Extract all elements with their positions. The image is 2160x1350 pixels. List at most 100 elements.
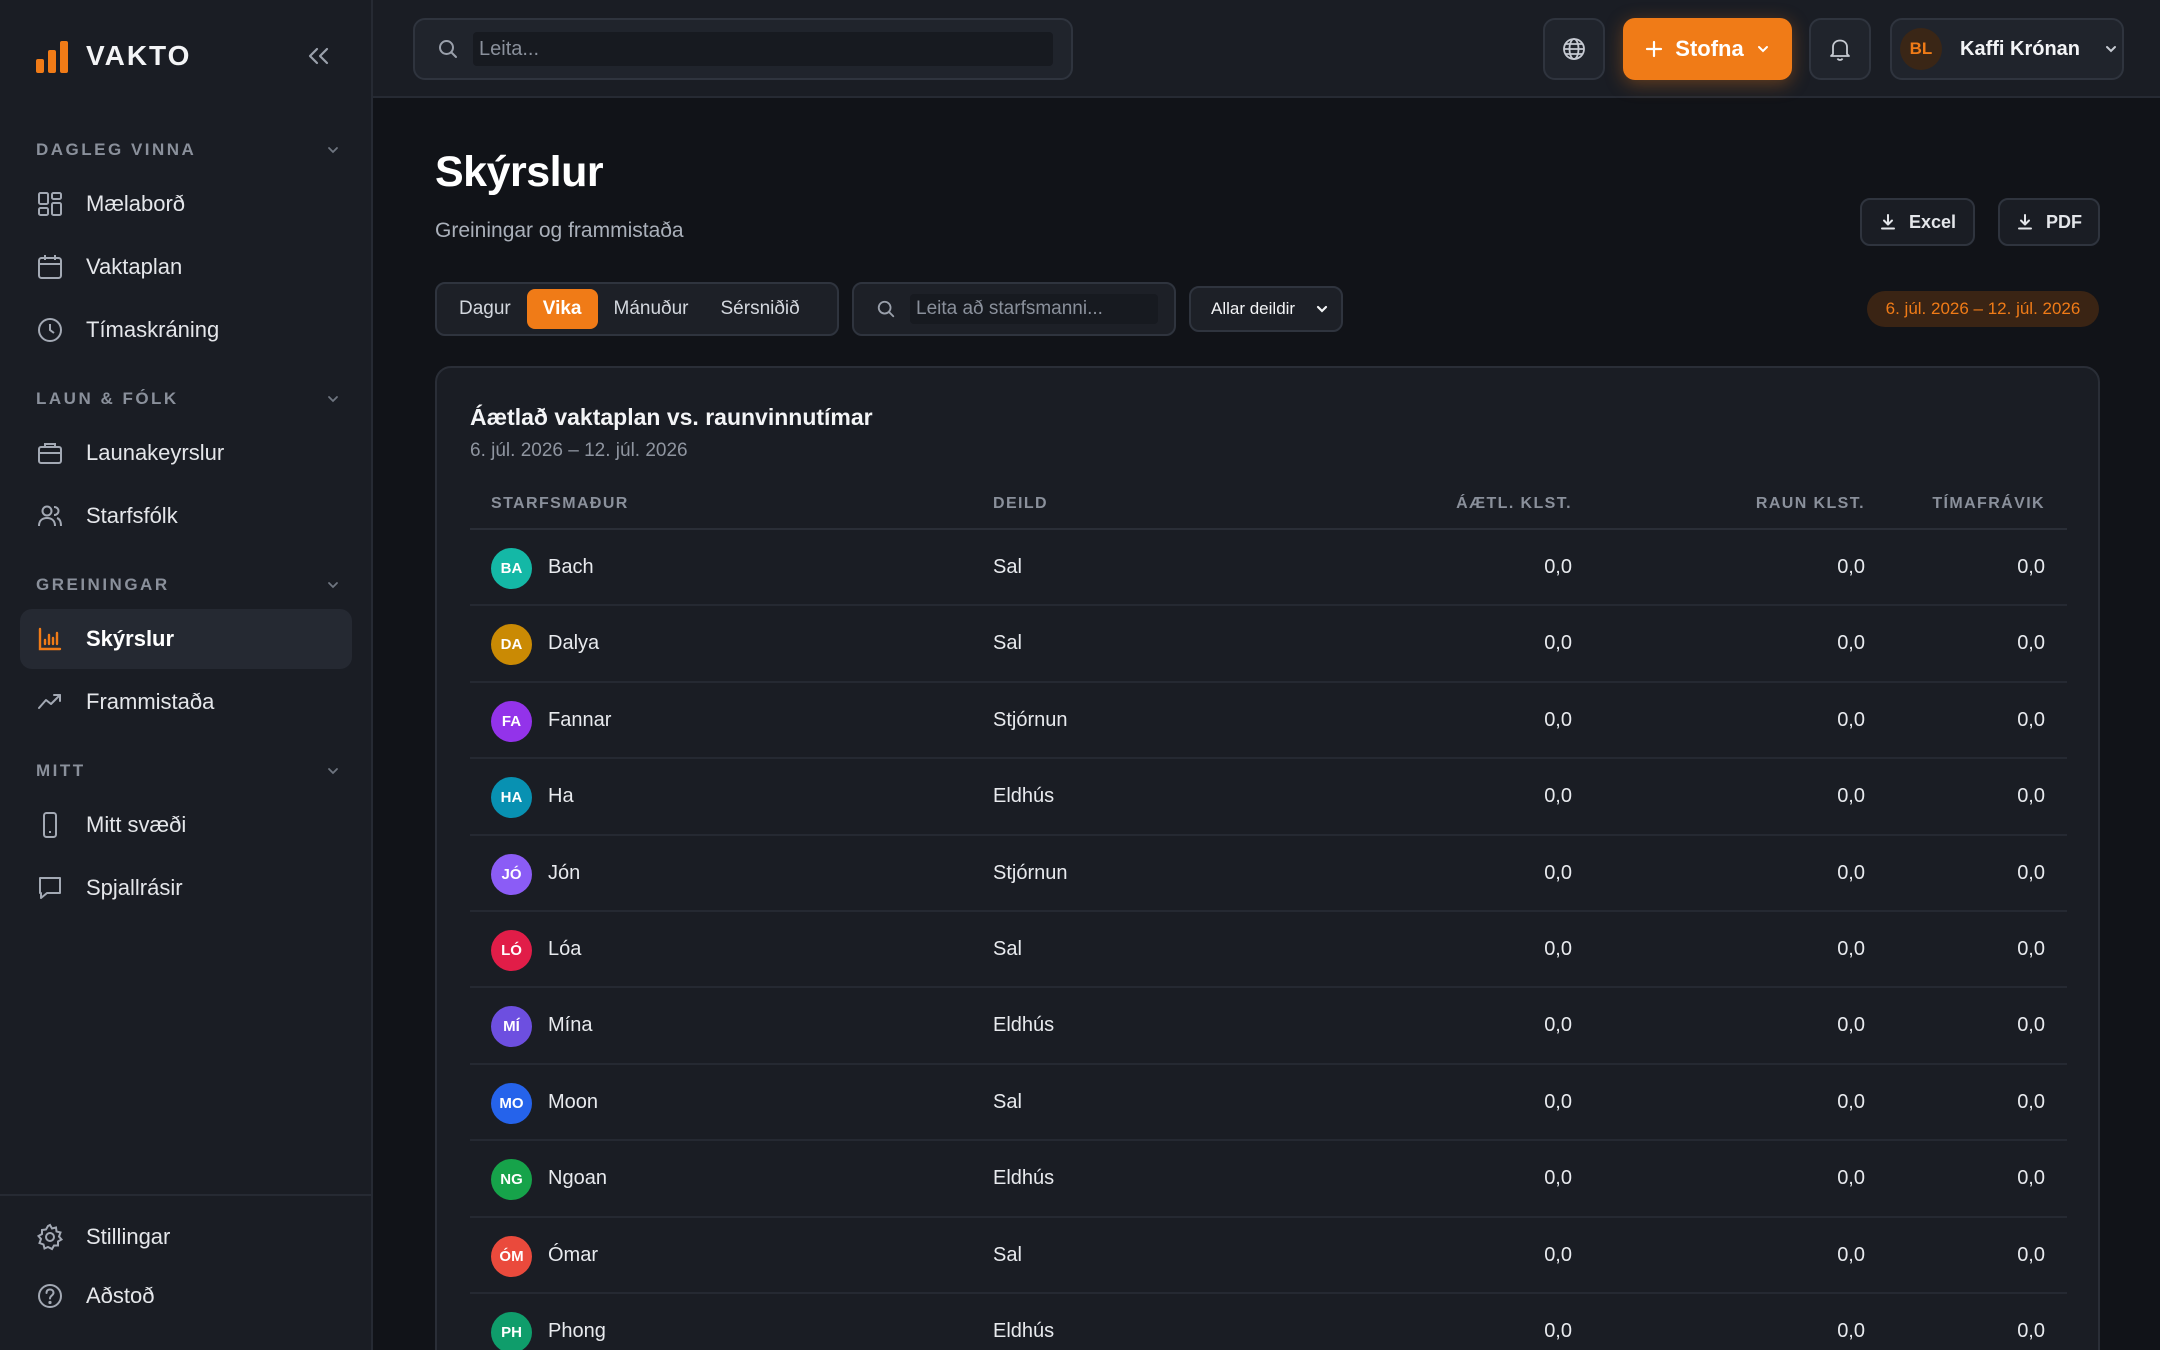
employee-name: Lóa: [548, 937, 582, 960]
sidebar-item-label: Launakeyrslur: [86, 440, 225, 465]
create-button[interactable]: Stofna: [1623, 18, 1792, 80]
section-toggle-laun-folk[interactable]: LAUN & FÓLK: [36, 387, 342, 411]
actual-hours: 0,0: [1837, 556, 1865, 578]
global-search[interactable]: [413, 18, 1073, 80]
export-excel-label: Excel: [1908, 211, 1957, 232]
topbar: Stofna BL Kaffi Krónan: [373, 0, 2160, 98]
section-toggle-dagleg-vinna[interactable]: DAGLEG VINNA: [36, 138, 342, 162]
employee-search-input[interactable]: [910, 294, 1158, 324]
sidebar-item-performance[interactable]: Frammistaða: [20, 672, 352, 732]
table-row[interactable]: MO Moon Sal 0,0 0,0 0,0: [470, 1065, 2067, 1142]
department-select-value: Allar deildir: [1211, 299, 1296, 318]
employee-name: Jón: [548, 861, 581, 884]
bell-icon: [1830, 39, 1850, 61]
variance-hours: 0,0: [2017, 1167, 2045, 1190]
sidebar-item-staff[interactable]: Starfsfólk: [20, 486, 352, 546]
variance-hours: 0,0: [2017, 632, 2045, 655]
chevron-down-icon: [328, 768, 338, 775]
table-row[interactable]: LÓ Lóa Sal 0,0 0,0 0,0: [470, 912, 2067, 989]
download-icon: [2018, 214, 2032, 230]
actual-hours: 0,0: [1837, 785, 1865, 808]
create-button-label: Stofna: [1675, 36, 1744, 61]
notifications-button[interactable]: [1809, 18, 1871, 80]
period-tabs: Dagur Vika Mánuður Sérsniðið: [435, 282, 839, 336]
planned-hours: 0,0: [1544, 1014, 1572, 1037]
sidebar-item-reports[interactable]: Skýrslur: [20, 609, 352, 669]
actual-hours: 0,0: [1837, 708, 1865, 731]
employee-name: Ngoan: [548, 1167, 607, 1190]
table-row[interactable]: MÍ Mína Eldhús 0,0 0,0 0,0: [470, 988, 2067, 1065]
section-label: DAGLEG VINNA: [36, 140, 197, 159]
column-header-variance[interactable]: TÍMAFRÁVIK: [1865, 495, 2045, 513]
avatar: BL: [1900, 28, 1942, 70]
sidebar-divider: [0, 1194, 373, 1196]
sidebar-item-label: Mælaborð: [86, 191, 186, 216]
brand-name: VAKTO: [86, 40, 192, 71]
variance-hours: 0,0: [2017, 556, 2045, 578]
variance-hours: 0,0: [2017, 861, 2045, 884]
sidebar-item-payroll[interactable]: Launakeyrslur: [20, 423, 352, 483]
sidebar-item-chats[interactable]: Spjallrásir: [20, 858, 352, 918]
department: Sal: [993, 632, 1022, 655]
variance-hours: 0,0: [2017, 1014, 2045, 1037]
actual-hours: 0,0: [1837, 1319, 1865, 1342]
search-icon: [877, 300, 895, 318]
chevron-down-icon: [328, 582, 338, 589]
actual-hours: 0,0: [1837, 1014, 1865, 1037]
sidebar-item-my-area[interactable]: Mitt svæði: [20, 795, 352, 855]
planned-hours: 0,0: [1544, 708, 1572, 731]
avatar: LÓ: [491, 929, 532, 971]
department: Eldhús: [993, 1014, 1055, 1037]
section-toggle-greiningar[interactable]: GREININGAR: [36, 573, 342, 597]
actual-hours: 0,0: [1837, 1167, 1865, 1190]
clock-icon: [38, 318, 62, 342]
collapse-sidebar-button[interactable]: [303, 42, 333, 70]
tab-month[interactable]: Mánuður: [598, 289, 705, 329]
variance-hours: 0,0: [2017, 785, 2045, 808]
sidebar-item-help[interactable]: Aðstoð: [20, 1266, 352, 1326]
search-icon: [439, 40, 457, 58]
department-select[interactable]: Allar deildir: [1189, 286, 1343, 332]
sidebar-item-schedule[interactable]: Vaktaplan: [20, 237, 352, 297]
report-subtitle: 6. júl. 2026 – 12. júl. 2026: [470, 440, 688, 461]
export-excel-button[interactable]: Excel: [1860, 198, 1975, 246]
table-row[interactable]: HA Ha Eldhús 0,0 0,0 0,0: [470, 759, 2067, 836]
table-row[interactable]: BA Bach Sal 0,0 0,0 0,0: [470, 530, 2067, 607]
account-name: Kaffi Krónan: [1960, 37, 2080, 60]
column-header-department[interactable]: DEILD: [993, 495, 1048, 513]
sidebar-item-timesheet[interactable]: Tímaskráning: [20, 300, 352, 360]
employee-name: Bach: [548, 556, 594, 578]
column-header-actual-hours[interactable]: RAUN KLST.: [1685, 495, 1865, 513]
table-row[interactable]: ÓM Ómar Sal 0,0 0,0 0,0: [470, 1218, 2067, 1294]
tab-custom[interactable]: Sérsniðið: [705, 289, 816, 329]
table-row[interactable]: FA Fannar Stjórnun 0,0 0,0 0,0: [470, 683, 2067, 760]
table-row[interactable]: DA Dalya Sal 0,0 0,0 0,0: [470, 606, 2067, 683]
table-row[interactable]: NG Ngoan Eldhús 0,0 0,0 0,0: [470, 1141, 2067, 1218]
account-switcher[interactable]: BL Kaffi Krónan: [1890, 18, 2124, 80]
department: Eldhús: [993, 1319, 1055, 1342]
actual-hours: 0,0: [1837, 632, 1865, 655]
sidebar-item-dashboard[interactable]: Mælaborð: [20, 174, 352, 234]
employee-name: Ómar: [548, 1243, 598, 1266]
department: Sal: [993, 937, 1022, 960]
section-label: GREININGAR: [36, 575, 170, 594]
dashboard-grid-icon: [38, 192, 62, 216]
table-row[interactable]: PH Phong Eldhús 0,0 0,0 0,0: [470, 1294, 2067, 1350]
section-toggle-mitt[interactable]: MITT: [36, 759, 342, 783]
column-header-planned-hours[interactable]: ÁÆTL. KLST.: [1392, 495, 1572, 513]
tab-week[interactable]: Vika: [526, 289, 598, 329]
actual-hours: 0,0: [1837, 1243, 1865, 1266]
column-header-employee[interactable]: STARFSMAÐUR: [491, 495, 629, 513]
employee-search[interactable]: [852, 282, 1176, 336]
language-button[interactable]: [1543, 18, 1605, 80]
table-row[interactable]: JÓ Jón Stjórnun 0,0 0,0 0,0: [470, 836, 2067, 912]
double-chevron-left-icon: [308, 47, 329, 65]
export-pdf-button[interactable]: PDF: [1998, 198, 2100, 246]
sidebar-item-settings[interactable]: Stillingar: [20, 1207, 352, 1267]
global-search-input[interactable]: [473, 32, 1053, 66]
gear-icon: [36, 1223, 64, 1251]
tab-day[interactable]: Dagur: [443, 289, 527, 329]
variance-hours: 0,0: [2017, 708, 2045, 731]
avatar: MÍ: [491, 1006, 532, 1048]
brand[interactable]: VAKTO: [36, 36, 191, 76]
